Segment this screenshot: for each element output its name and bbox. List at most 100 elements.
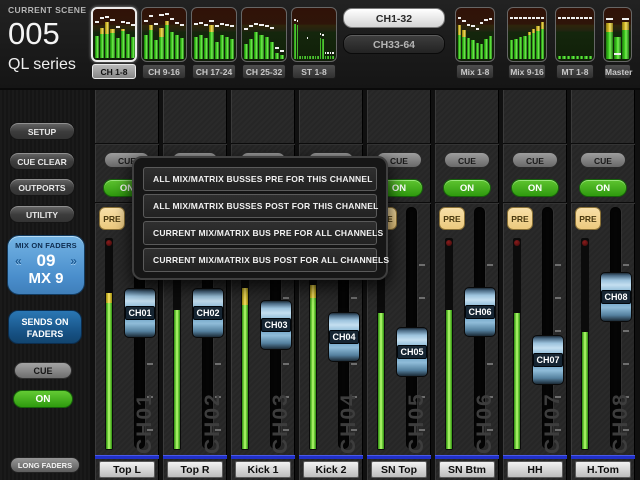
sends-on-faders-button[interactable]: SENDS ON FADERS: [8, 310, 82, 344]
fader-cap[interactable]: CH02: [192, 288, 224, 338]
meter-bar: [312, 10, 314, 59]
meter-block-mix-9-16[interactable]: [507, 7, 547, 62]
channel-strip-ch03: CUEONPRECH03CH03Kick 1: [231, 90, 295, 480]
meter-block-ch-25-32[interactable]: [241, 7, 287, 62]
on-button[interactable]: ON: [579, 179, 627, 197]
pre-badge[interactable]: PRE: [99, 207, 125, 230]
on-button[interactable]: ON: [443, 179, 491, 197]
meter-block-mt-1-8[interactable]: [555, 7, 595, 62]
meter-bar-green-fill: [462, 37, 465, 59]
meter-bar-green-fill: [458, 35, 461, 60]
meter-block-ch-1-8[interactable]: [91, 7, 137, 62]
long-faders-button[interactable]: LONG FADERS: [10, 457, 80, 473]
meter-bar-peak-hold: [471, 25, 474, 27]
pre-badge[interactable]: PRE: [439, 207, 465, 230]
prev-bus-arrow-icon[interactable]: «: [15, 254, 22, 268]
meter-bar: [304, 10, 306, 59]
channel-name-label[interactable]: SN Btm: [439, 461, 495, 478]
channel-name-label[interactable]: HH: [507, 461, 563, 478]
strip-divider-line: [503, 202, 567, 203]
on-button[interactable]: ON: [511, 179, 559, 197]
mix-on-faders-panel[interactable]: MIX ON FADERS « 09 » MX 9: [7, 235, 85, 295]
sidebar-button-utility[interactable]: UTILITY: [9, 205, 75, 223]
pre-badge[interactable]: PRE: [507, 207, 533, 230]
fader-cap[interactable]: CH08: [600, 272, 632, 322]
sidebar-button-cue-clear[interactable]: CUE CLEAR: [9, 152, 75, 170]
sidebar-on-button[interactable]: ON: [13, 390, 73, 408]
meter-block-label-mix-9-16[interactable]: Mix 9-16: [508, 64, 546, 79]
cue-button[interactable]: CUE: [444, 152, 490, 168]
meter-bar-green-fill: [175, 35, 179, 59]
meter-bar-green-fill: [159, 37, 163, 59]
pre-badge[interactable]: PRE: [575, 207, 601, 230]
meter-block-label-mt-1-8[interactable]: MT 1-8: [556, 64, 594, 79]
peak-indicator: [446, 240, 452, 246]
channel-color-bar: [367, 455, 431, 459]
meter-block-label-st-1-8[interactable]: ST 1-8: [292, 64, 336, 79]
fader-cap[interactable]: CH04: [328, 312, 360, 362]
meter-bar-peak-hold: [562, 17, 565, 19]
meter-bar-green-fill: [105, 34, 109, 58]
meter-bar-peak-hold: [294, 19, 296, 21]
bank-button-ch1-32[interactable]: CH1-32: [343, 8, 445, 28]
fader-cap[interactable]: CH03: [260, 300, 292, 350]
meter-bar-green-fill: [265, 37, 269, 59]
meter-block-ch-17-24[interactable]: [191, 7, 237, 62]
fader-cap[interactable]: CH07: [532, 335, 564, 385]
channel-name-label[interactable]: Kick 2: [303, 461, 359, 478]
bank-button-ch33-64[interactable]: CH33-64: [343, 34, 445, 54]
meter-bar-green-fill: [249, 39, 253, 59]
sends-assign-popup: ALL MIX/MATRIX BUSSES PRE FOR THIS CHANN…: [132, 156, 388, 280]
meter-bar-green-fill: [209, 32, 213, 59]
meter-block-ch-9-16[interactable]: [141, 7, 187, 62]
channel-name-label[interactable]: SN Top: [371, 461, 427, 478]
meter-bar-green-fill: [327, 56, 329, 59]
meter-bar-green-fill: [580, 56, 583, 59]
meter-bar-green-fill: [170, 32, 174, 59]
popup-item-current-mix-matrix-bus-post[interactable]: CURRENT MIX/MATRIX BUS POST FOR ALL CHAN…: [143, 248, 377, 272]
meter-block-mix-1-8[interactable]: [455, 7, 495, 62]
meter-bar-green-fill: [567, 56, 570, 59]
meter-bar-green-fill: [131, 37, 135, 58]
popup-item-all-mix-matrix-busses-post-f[interactable]: ALL MIX/MATRIX BUSSES POST FOR THIS CHAN…: [143, 194, 377, 218]
channel-number-watermark: CH05: [405, 382, 429, 454]
meter-block-label-mix-1-8[interactable]: Mix 1-8: [456, 64, 494, 79]
sidebar-button-setup[interactable]: SETUP: [9, 122, 75, 140]
channel-name-label[interactable]: H.Tom: [575, 461, 631, 478]
cue-button[interactable]: CUE: [580, 152, 626, 168]
meter-bar: [175, 10, 179, 59]
meter-bar-peak-hold: [558, 17, 561, 19]
meter-block-label-ch-9-16[interactable]: CH 9-16: [142, 64, 186, 79]
fader-cap[interactable]: CH05: [396, 327, 428, 377]
channel-name-label[interactable]: Top R: [167, 461, 223, 478]
fader-cap-label: CH02: [193, 306, 222, 320]
scene-panel[interactable]: CURRENT SCENE 005 QL series: [8, 5, 88, 74]
fader-cap[interactable]: CH01: [124, 288, 156, 338]
sidebar-cue-button[interactable]: CUE: [14, 362, 72, 379]
popup-item-all-mix-matrix-busses-pre-fo[interactable]: ALL MIX/MATRIX BUSSES PRE FOR THIS CHANN…: [143, 167, 377, 191]
fader-tick: [147, 363, 153, 365]
channel-name-label[interactable]: Kick 1: [235, 461, 291, 478]
channel-number-watermark: CH03: [269, 382, 293, 454]
meter-block-st-1-8[interactable]: [291, 7, 337, 62]
meter-block-label-ch-17-24[interactable]: CH 17-24: [192, 64, 236, 79]
fader-tick: [419, 297, 425, 299]
meter-bar-green-fill: [312, 56, 314, 59]
sends-on-faders-label-line2: FADERS: [9, 328, 81, 340]
mix-bus-number: 09: [37, 251, 56, 271]
meter-bar-green-fill: [297, 25, 299, 59]
meter-bar: [159, 10, 163, 59]
meter-bar-peak-hold: [536, 17, 539, 19]
meter-block-label-master[interactable]: Master: [604, 64, 631, 79]
meter-block-label-ch-25-32[interactable]: CH 25-32: [242, 64, 286, 79]
meter-bar: [225, 10, 229, 59]
meter-bar: [562, 10, 565, 59]
channel-name-label[interactable]: Top L: [99, 461, 155, 478]
next-bus-arrow-icon[interactable]: »: [70, 254, 77, 268]
meter-block-master[interactable]: [603, 7, 632, 62]
sidebar-button-outports[interactable]: OUTPORTS: [9, 178, 75, 196]
fader-cap[interactable]: CH06: [464, 287, 496, 337]
cue-button[interactable]: CUE: [512, 152, 558, 168]
popup-item-current-mix-matrix-bus-pre-f[interactable]: CURRENT MIX/MATRIX BUS PRE FOR ALL CHANN…: [143, 221, 377, 245]
meter-block-label-ch-1-8[interactable]: CH 1-8: [92, 64, 136, 79]
